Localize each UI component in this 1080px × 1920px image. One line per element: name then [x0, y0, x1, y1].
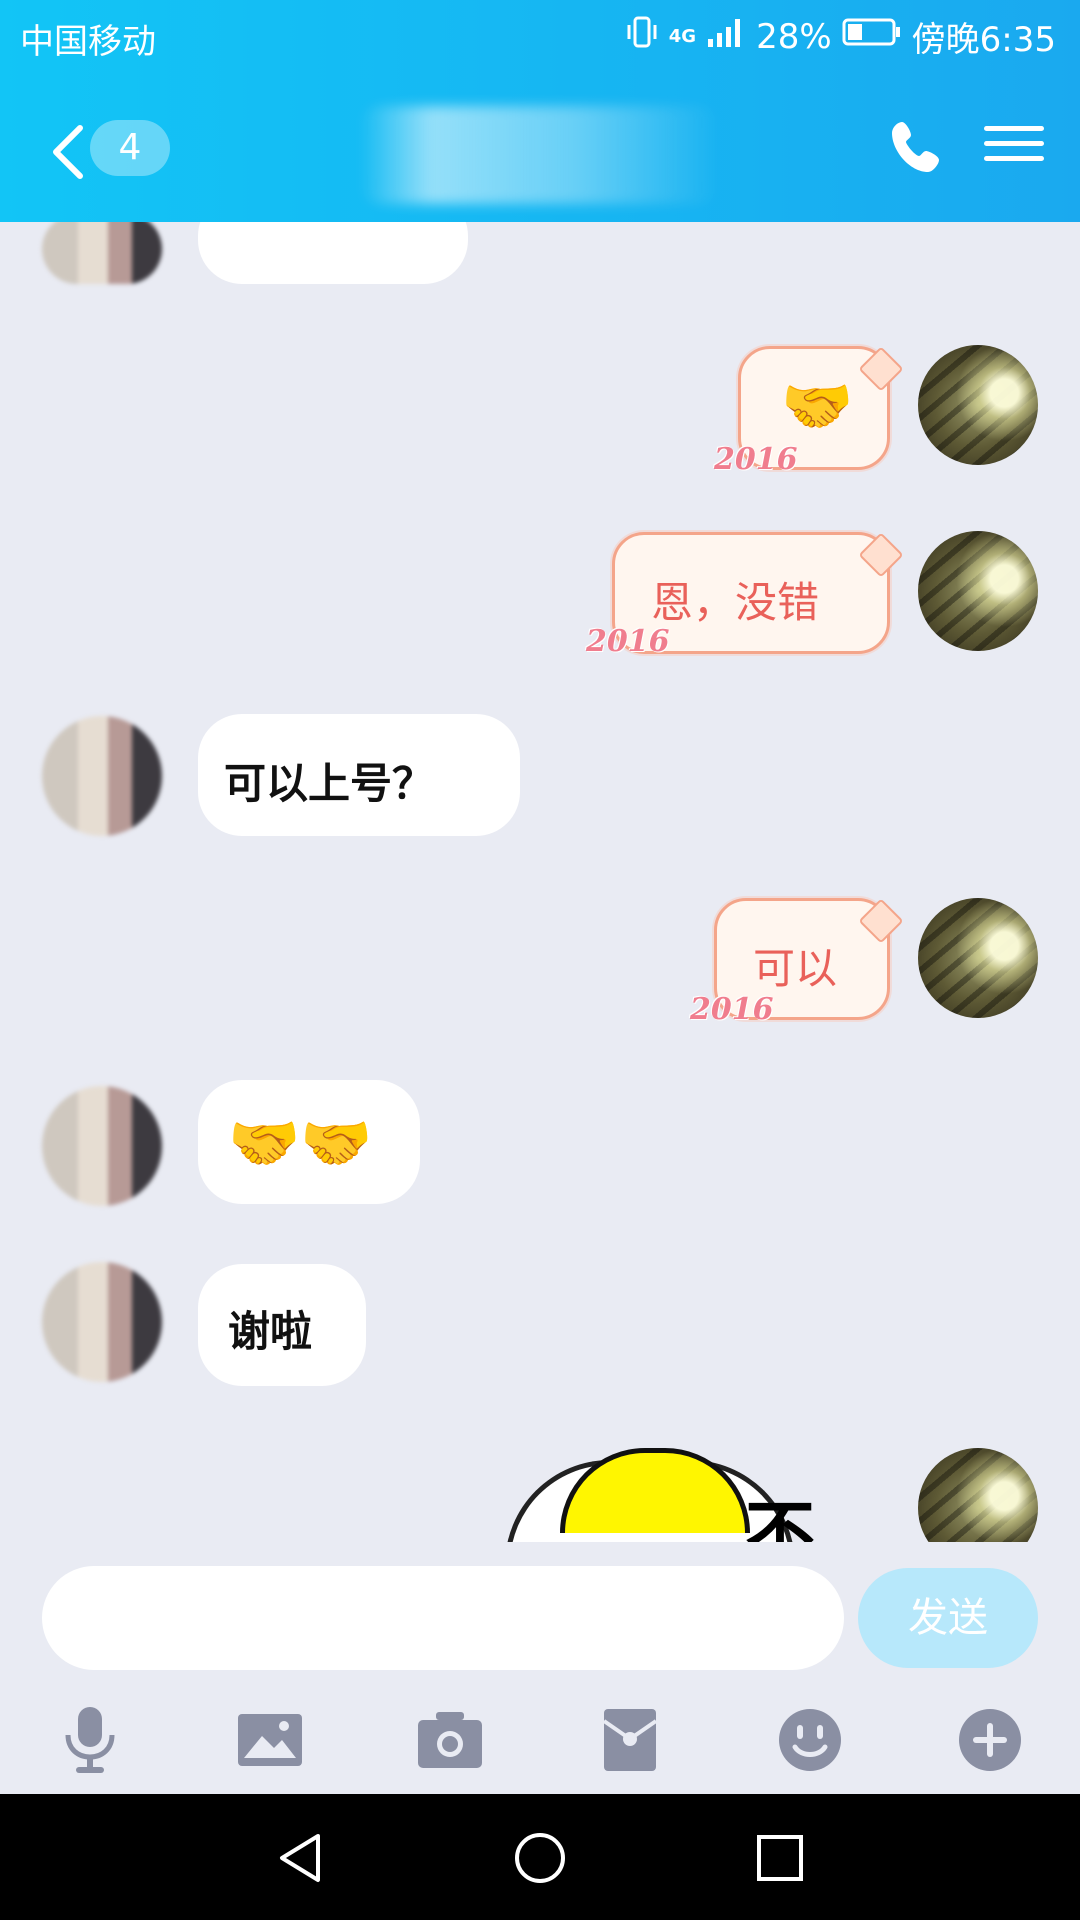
sticker-head	[560, 1448, 750, 1533]
message-text: 恩，没错	[651, 578, 820, 627]
menu-icon	[984, 126, 1044, 131]
message-bubble-incoming[interactable]: 🤝🤝	[198, 1080, 420, 1204]
vibrate-icon	[625, 15, 659, 58]
unread-badge: 4	[90, 120, 170, 176]
message-bubble-incoming[interactable]	[198, 222, 468, 284]
my-avatar[interactable]	[918, 1448, 1038, 1542]
chat-title-blurred	[360, 106, 720, 204]
bubble-badge-2016: 2016	[714, 442, 798, 477]
input-bar: 发送	[0, 1542, 1080, 1670]
menu-button[interactable]	[984, 118, 1044, 172]
chevron-left-icon	[53, 125, 83, 179]
contact-avatar[interactable]	[42, 222, 162, 284]
recents-nav-icon[interactable]	[752, 1830, 808, 1886]
mic-icon[interactable]	[50, 1700, 130, 1780]
top-bar: 中国移动 4G 28% 傍晚6:35 4	[0, 0, 1080, 222]
status-bar: 中国移动 4G 28% 傍晚6:35	[0, 0, 1080, 74]
plus-icon[interactable]	[950, 1700, 1030, 1780]
message-bubble-incoming[interactable]: 谢啦	[198, 1264, 366, 1386]
battery-percent: 28%	[756, 16, 832, 57]
status-indicators: 4G 28% 傍晚6:35	[625, 12, 1056, 61]
system-navigation-bar	[0, 1794, 1080, 1920]
message-list[interactable]: 🤝 2016 恩，没错 2016 可以上号？ 可以 2016 🤝🤝 谢啦 不	[0, 222, 1080, 1542]
handshake-emoji: 🤝	[781, 372, 854, 440]
message-bubble-incoming[interactable]: 可以上号？	[198, 714, 520, 836]
phone-icon	[892, 122, 939, 172]
battery-icon	[842, 16, 902, 57]
bubble-badge-2016: 2016	[690, 992, 774, 1027]
my-avatar[interactable]	[918, 345, 1038, 465]
message-text: 谢啦	[228, 1307, 313, 1356]
contact-avatar[interactable]	[42, 1262, 162, 1382]
bubble-decoration	[858, 532, 904, 578]
carrier-label: 中国移动	[20, 22, 156, 62]
message-text: 可以上号？	[224, 759, 435, 808]
back-nav-icon[interactable]	[272, 1830, 328, 1886]
emoji-icon[interactable]	[770, 1700, 850, 1780]
image-icon[interactable]	[230, 1700, 310, 1780]
bubble-decoration	[858, 346, 904, 392]
input-toolbar	[0, 1690, 1080, 1790]
bubble-decoration	[858, 898, 904, 944]
back-button[interactable]: 4	[38, 112, 170, 182]
my-avatar[interactable]	[918, 898, 1038, 1018]
handshake-emoji: 🤝🤝	[228, 1109, 373, 1177]
contact-avatar[interactable]	[42, 1086, 162, 1206]
network-type: 4G	[668, 26, 697, 47]
bubble-badge-2016: 2016	[586, 624, 670, 659]
clock: 傍晚6:35	[911, 20, 1056, 60]
camera-icon[interactable]	[410, 1700, 490, 1780]
home-nav-icon[interactable]	[512, 1830, 568, 1886]
send-button[interactable]: 发送	[858, 1568, 1038, 1668]
my-avatar[interactable]	[918, 531, 1038, 651]
call-button[interactable]	[888, 118, 946, 176]
contact-avatar[interactable]	[42, 716, 162, 836]
chat-header: 4	[0, 74, 1080, 222]
message-input[interactable]	[42, 1566, 844, 1670]
sticker-text: 不	[745, 1493, 815, 1542]
message-text: 可以	[753, 944, 838, 993]
signal-icon	[706, 15, 746, 58]
red-packet-icon[interactable]	[590, 1700, 670, 1780]
